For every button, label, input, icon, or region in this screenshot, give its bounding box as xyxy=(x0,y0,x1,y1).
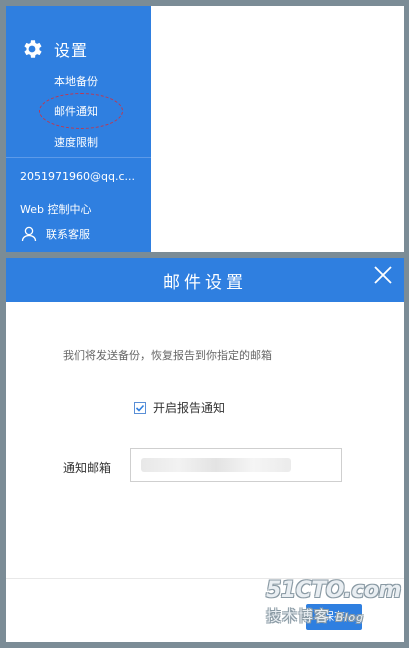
close-icon[interactable] xyxy=(372,264,394,286)
sidebar-item-local-backup[interactable]: 本地备份 xyxy=(54,73,98,89)
save-button[interactable]: 保存 xyxy=(306,604,362,630)
contact-support-label: 联系客服 xyxy=(46,228,90,241)
user-icon xyxy=(21,226,37,242)
sidebar-item-email-notify[interactable]: 邮件通知 xyxy=(54,103,98,119)
dialog-description: 我们将发送备份，恢复报告到你指定的邮箱 xyxy=(63,349,272,362)
web-console-link[interactable]: Web 控制中心 xyxy=(20,201,91,217)
report-notify-toggle[interactable]: 开启报告通知 xyxy=(134,399,225,416)
account-email[interactable]: 2051971960@qq.c... xyxy=(20,170,135,183)
blurred-email-value xyxy=(141,458,291,472)
sidebar-divider xyxy=(6,157,151,158)
sidebar-header: 设置 xyxy=(20,36,88,62)
dialog-title: 邮件设置 xyxy=(163,273,247,293)
report-notify-label: 开启报告通知 xyxy=(153,401,226,415)
email-field-label: 通知邮箱 xyxy=(63,461,112,475)
contact-support-link[interactable]: 联系客服 xyxy=(20,225,90,243)
report-notify-checkbox[interactable] xyxy=(134,401,146,414)
checkmark-icon xyxy=(135,404,145,412)
gear-icon xyxy=(24,40,42,58)
sidebar-title: 设置 xyxy=(54,41,89,60)
dialog-footer-divider xyxy=(6,578,404,579)
sidebar-item-speed-limit[interactable]: 速度限制 xyxy=(54,134,98,150)
settings-sidebar: 设置 本地备份 邮件通知 速度限制 2051971960@qq.c... Web… xyxy=(6,6,151,252)
email-field[interactable] xyxy=(130,448,342,482)
dialog-header: 邮件设置 xyxy=(6,258,404,302)
email-settings-dialog: 邮件设置 我们将发送备份，恢复报告到你指定的邮箱 开启报告通知 通知邮箱 保存 xyxy=(6,258,404,642)
settings-panel: 设置 本地备份 邮件通知 速度限制 2051971960@qq.c... Web… xyxy=(6,6,404,252)
